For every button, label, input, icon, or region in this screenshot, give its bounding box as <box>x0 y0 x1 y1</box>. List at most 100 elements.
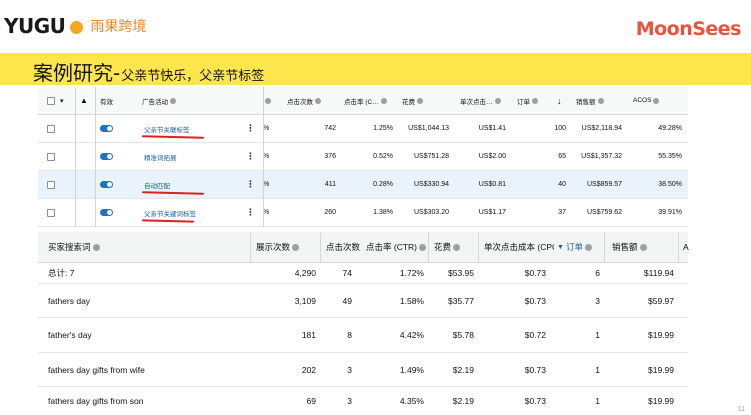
table-row[interactable]: fathers day gifts from wife 202 3 1.49% … <box>38 353 688 387</box>
logo-dot-icon <box>70 20 84 34</box>
active-toggle[interactable] <box>100 143 113 170</box>
spend-cell: $2.19 <box>452 396 474 406</box>
impressions-cell: 4,290 <box>294 268 316 278</box>
header-spend[interactable]: 花费 <box>434 232 461 262</box>
row-checkbox[interactable] <box>47 143 55 170</box>
campaign-row[interactable]: 精准词拓展 ⋮ % 376 0.52% US$751.28 US$2.00 65… <box>38 143 688 171</box>
header-orders[interactable]: 订单 <box>517 87 538 114</box>
active-toggle[interactable] <box>100 199 113 226</box>
header-campaign[interactable]: 广告活动 <box>142 87 176 114</box>
sales-cell: US$1,357.32 <box>581 153 622 160</box>
column-divider <box>250 232 251 263</box>
sales-cell: $19.99 <box>648 364 674 375</box>
active-toggle[interactable] <box>100 171 113 198</box>
table-row[interactable]: father's day 181 8 4.42% $5.78 $0.72 1 $… <box>38 318 688 353</box>
search-term-header: 买家搜索词 展示次数 点击次数 点击率 (CTR) 花费 单次点击成本 (CPC… <box>38 232 689 263</box>
row-checkbox[interactable] <box>47 171 55 198</box>
search-term-cell: fathers day <box>48 295 91 306</box>
header-orders[interactable]: ▼ 订单 <box>557 232 592 262</box>
info-icon <box>453 243 461 251</box>
acos-cell: 49.28% <box>658 125 682 132</box>
orders-cell: 40 <box>558 181 566 188</box>
header-sales[interactable]: 销售额 <box>576 87 604 114</box>
ctr-cell: 1.25% <box>373 125 393 132</box>
sales-cell: $119.94 <box>643 268 674 278</box>
campaign-row[interactable]: 自动匹配 ⋮ % 411 0.28% US$330.94 US$0.81 40 … <box>38 171 688 199</box>
cpc-cell: $0.73 <box>524 268 546 278</box>
orders-cell: 6 <box>595 268 600 278</box>
campaign-link[interactable]: 自动匹配 <box>141 171 205 198</box>
header-ctr[interactable]: 点击率 (CTR) <box>366 232 426 262</box>
campaign-link[interactable]: 父亲节关键词标签 <box>141 199 196 226</box>
search-term-cell: fathers day gifts from wife <box>48 364 145 375</box>
spend-cell: $5.78 <box>452 330 474 340</box>
total-label: 总计: 7 <box>48 268 75 278</box>
sales-cell: US$759.62 <box>586 209 622 216</box>
more-options-icon[interactable]: ⋮ <box>246 199 255 226</box>
clicks-cell: 376 <box>324 153 336 160</box>
info-icon <box>639 243 647 251</box>
clicks-cell: 74 <box>342 268 352 278</box>
header-acos[interactable]: ACOS <box>633 87 660 114</box>
clicks-cell: 3 <box>347 364 352 375</box>
header-impressions[interactable]: 展示次数 <box>256 232 300 262</box>
header-cpc[interactable]: 单次点击… <box>460 87 501 114</box>
header-ctr[interactable]: 点击率 (C… <box>344 87 387 114</box>
clicks-cell: 411 <box>324 181 336 188</box>
campaign-table-header: ▾ ▲ 有效 广告活动 点击次数 点击率 (C… 花费 单次点击… 订单 ↓ 销… <box>38 87 688 115</box>
ctr-cell: 4.42% <box>399 330 424 340</box>
red-underline <box>141 218 195 223</box>
orders-cell: 37 <box>558 209 566 216</box>
impressions-cell: 3,109 <box>294 295 316 306</box>
chevron-down-icon[interactable]: ▾ <box>60 87 64 114</box>
header-sales[interactable]: 销售额 <box>612 232 647 262</box>
header-extra[interactable]: A <box>683 232 689 262</box>
header-clicks[interactable]: 点击次数 <box>287 87 321 114</box>
sales-cell: US$859.57 <box>586 181 622 188</box>
cpc-cell: US$1.17 <box>478 209 506 216</box>
cpc-cell: $0.73 <box>524 364 546 375</box>
campaign-link[interactable]: 父亲节关联标签 <box>141 115 205 142</box>
search-term-cell: father's day <box>48 330 92 340</box>
header-active[interactable]: 有效 <box>100 87 113 114</box>
column-divider <box>428 232 429 263</box>
header-cpc[interactable]: 单次点击成本 (CPC <box>484 232 554 262</box>
info-icon <box>584 243 592 251</box>
more-options-icon[interactable]: ⋮ <box>246 143 255 170</box>
sales-cell: US$2,118.94 <box>581 125 622 132</box>
row-checkbox[interactable] <box>47 115 55 142</box>
ctr-cell: 0.52% <box>373 153 393 160</box>
column-divider <box>263 87 264 227</box>
header-clicks[interactable]: 点击次数 <box>326 232 360 262</box>
header-search-term[interactable]: 买家搜索词 <box>48 232 100 262</box>
red-underline <box>141 190 205 195</box>
info-icon <box>170 97 176 104</box>
ctr-cell: 1.72% <box>399 268 424 278</box>
header-spend[interactable]: 花费 <box>402 87 423 114</box>
campaign-row[interactable]: 父亲节关联标签 ⋮ % 742 1.25% US$1,044.13 US$1.4… <box>38 115 688 143</box>
title-main: 案例研究- <box>33 61 121 85</box>
cpc-cell: US$1.41 <box>478 125 506 132</box>
sort-down-icon[interactable]: ↓ <box>557 87 562 114</box>
campaign-link[interactable]: 精准词拓展 <box>144 143 177 170</box>
cpc-cell: $0.72 <box>524 330 546 340</box>
more-options-icon[interactable]: ⋮ <box>246 115 255 142</box>
column-divider <box>678 232 679 263</box>
more-options-icon[interactable]: ⋮ <box>246 171 255 198</box>
spend-cell: US$1,044.13 <box>408 125 449 132</box>
info-icon <box>653 97 660 104</box>
table-row[interactable]: fathers day 3,109 49 1.58% $35.77 $0.73 … <box>38 284 688 318</box>
clicks-cell: 8 <box>347 330 352 340</box>
info-icon <box>419 243 426 251</box>
sales-cell: $19.99 <box>648 330 674 340</box>
orders-cell: 1 <box>595 396 600 406</box>
clicks-cell: 49 <box>342 295 352 306</box>
campaign-row[interactable]: 父亲节关键词标签 ⋮ % 260 1.38% US$303.20 US$1.17… <box>38 199 688 227</box>
row-checkbox[interactable] <box>47 199 55 226</box>
info-icon <box>494 97 501 104</box>
column-divider <box>604 232 605 263</box>
active-toggle[interactable] <box>100 115 113 142</box>
table-row[interactable]: fathers day gifts from son 69 3 4.35% $2… <box>38 387 688 415</box>
select-all-checkbox[interactable] <box>47 87 55 114</box>
spend-cell: $53.95 <box>448 268 474 278</box>
